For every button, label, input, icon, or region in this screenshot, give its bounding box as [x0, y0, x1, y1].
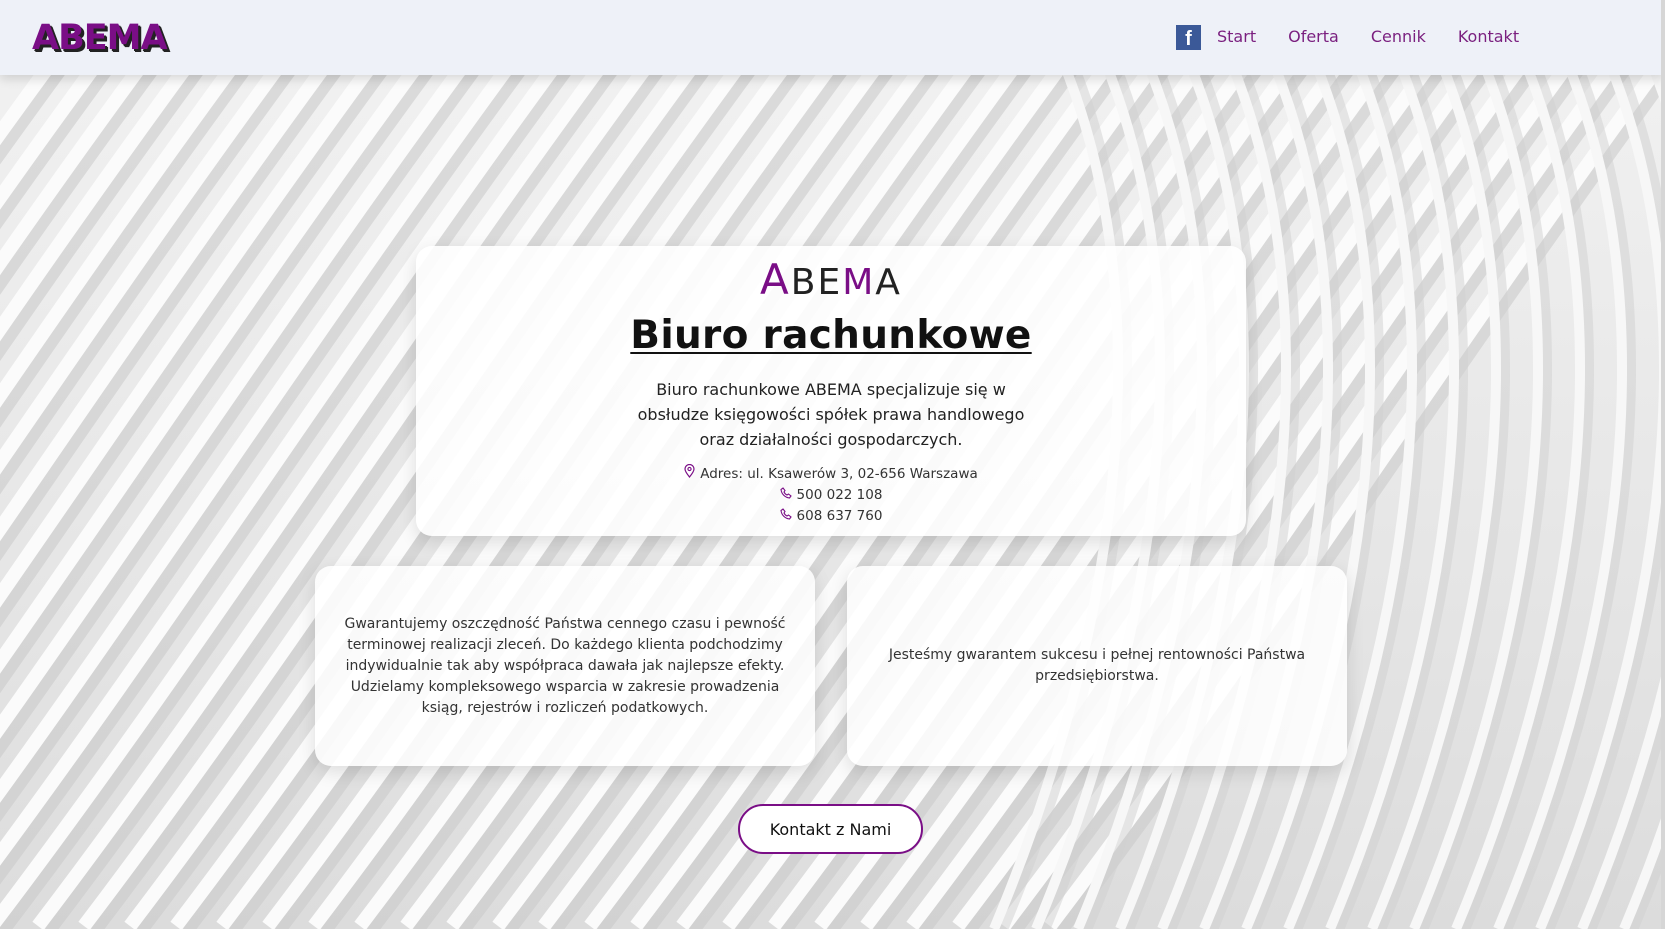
info-card-left: Gwarantujemy oszczędność Państwa cennego… [315, 566, 815, 766]
nav-link-kontakt[interactable]: Kontakt [1458, 24, 1519, 50]
nav-link-start[interactable]: Start [1217, 24, 1256, 50]
main-nav: f Start Oferta Cennik Kontakt [1176, 24, 1551, 50]
facebook-icon[interactable]: f [1176, 24, 1201, 50]
brand-wordmark: ABEMA [416, 258, 1246, 305]
map-pin-icon [684, 463, 695, 485]
phone-row-1: 500 022 108 [416, 485, 1246, 506]
facebook-letter: f [1185, 27, 1192, 50]
site-logo[interactable]: ABEMA [32, 18, 168, 58]
brand-letter-m: M [842, 262, 876, 303]
phone-number-2[interactable]: 608 637 760 [797, 506, 883, 527]
info-card-right-text: Jesteśmy gwarantem sukcesu i pełnej rent… [888, 647, 1306, 684]
address-text: Adres: ul. Ksawerów 3, 02-656 Warszawa [700, 466, 978, 482]
address-row: Adres: ul. Ksawerów 3, 02-656 Warszawa [416, 463, 1246, 485]
page-scrollbar[interactable] [1661, 0, 1665, 929]
nav-link-cennik[interactable]: Cennik [1371, 24, 1426, 50]
brand-letters-be: BE [790, 262, 843, 303]
brand-letter-a-end: A [875, 262, 902, 303]
phone-icon [779, 485, 792, 506]
page-title: Biuro rachunkowe [630, 313, 1032, 358]
intro-card: ABEMA Biuro rachunkowe Biuro rachunkowe … [416, 246, 1246, 536]
site-header: ABEMA f Start Oferta Cennik Kontakt [0, 0, 1665, 75]
brand-letter-a: A [760, 255, 791, 304]
phone-icon [779, 506, 792, 527]
contact-us-button[interactable]: Kontakt z Nami [738, 804, 923, 854]
info-card-left-text: Gwarantujemy oszczędność Państwa cennego… [344, 615, 786, 716]
contact-details: Adres: ul. Ksawerów 3, 02-656 Warszawa 5… [416, 463, 1246, 527]
nav-link-oferta[interactable]: Oferta [1288, 24, 1339, 50]
info-card-right: Jesteśmy gwarantem sukcesu i pełnej rent… [847, 566, 1347, 766]
phone-number-1[interactable]: 500 022 108 [797, 485, 883, 506]
intro-description: Biuro rachunkowe ABEMA specjalizuje się … [637, 380, 1025, 449]
phone-row-2: 608 637 760 [416, 506, 1246, 527]
